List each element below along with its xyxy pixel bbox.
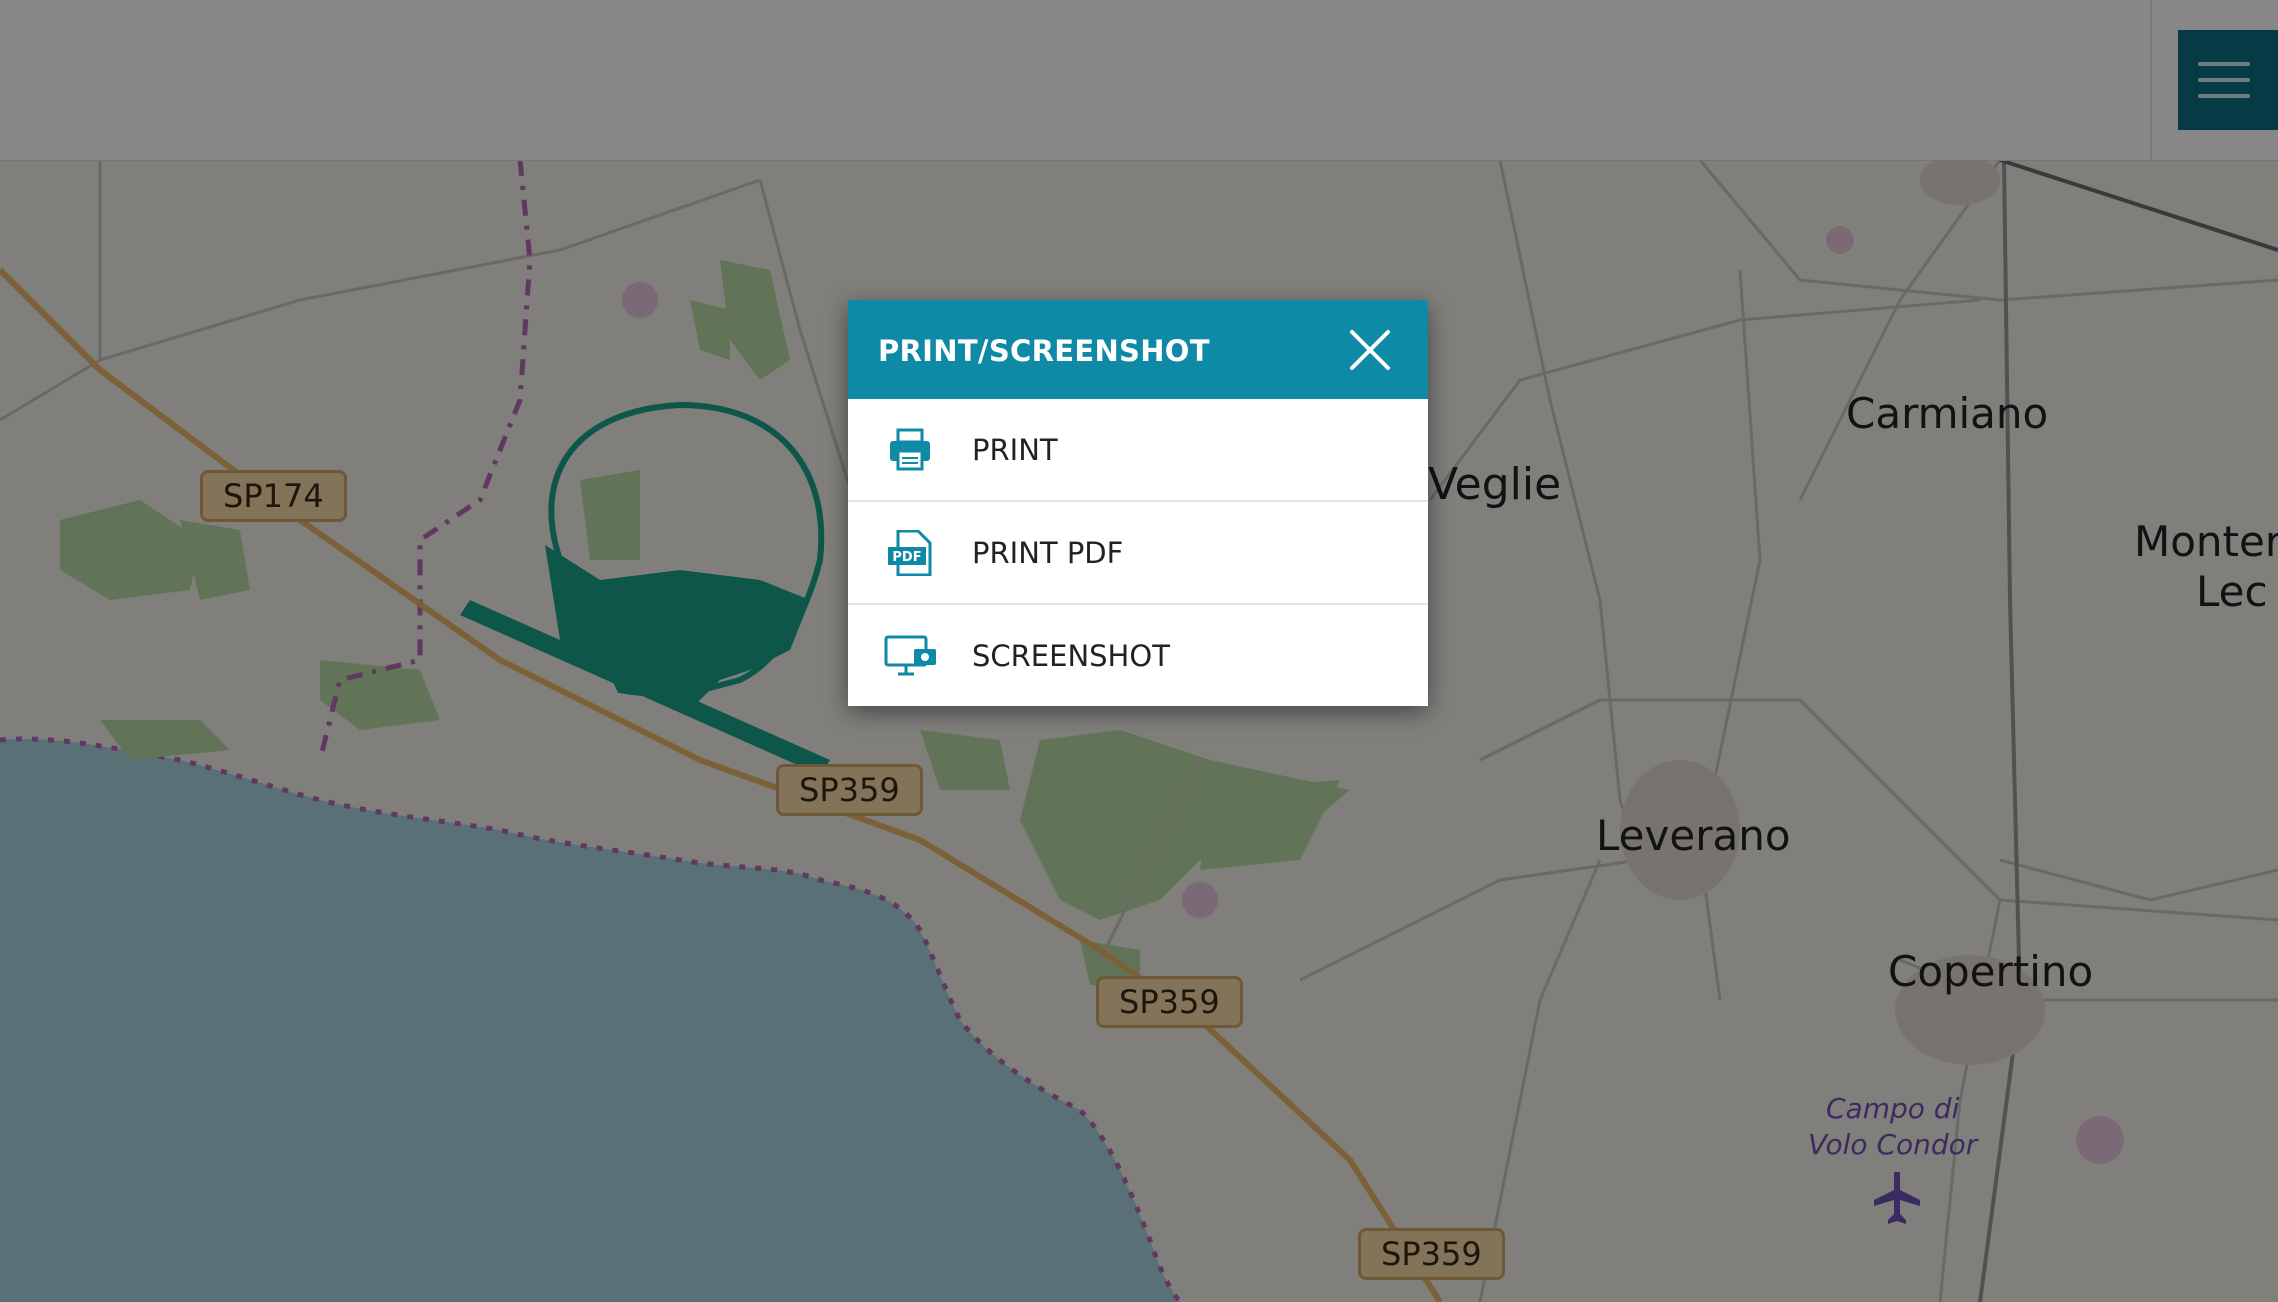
close-button[interactable] xyxy=(1348,328,1392,372)
dialog-header: PRINT/SCREENSHOT xyxy=(848,300,1428,399)
pdf-file-icon: PDF xyxy=(884,529,938,577)
print-option-label: PRINT xyxy=(972,433,1058,467)
monitor-camera-icon xyxy=(884,633,938,679)
printer-icon xyxy=(884,427,938,473)
screenshot-option-label: SCREENSHOT xyxy=(972,639,1170,673)
app-root: Veglie Carmiano Montero Lec Leverano Cop… xyxy=(0,0,2278,1302)
print-pdf-option[interactable]: PDF PRINT PDF xyxy=(848,502,1428,605)
svg-text:PDF: PDF xyxy=(892,550,921,565)
close-icon xyxy=(1350,330,1390,370)
dialog-title: PRINT/SCREENSHOT xyxy=(878,334,1210,368)
print-pdf-option-label: PRINT PDF xyxy=(972,536,1124,570)
screenshot-option[interactable]: SCREENSHOT xyxy=(848,605,1428,706)
print-screenshot-dialog: PRINT/SCREENSHOT PRINT PDF PRINT PDF SCR… xyxy=(848,300,1428,706)
print-option[interactable]: PRINT xyxy=(848,399,1428,502)
